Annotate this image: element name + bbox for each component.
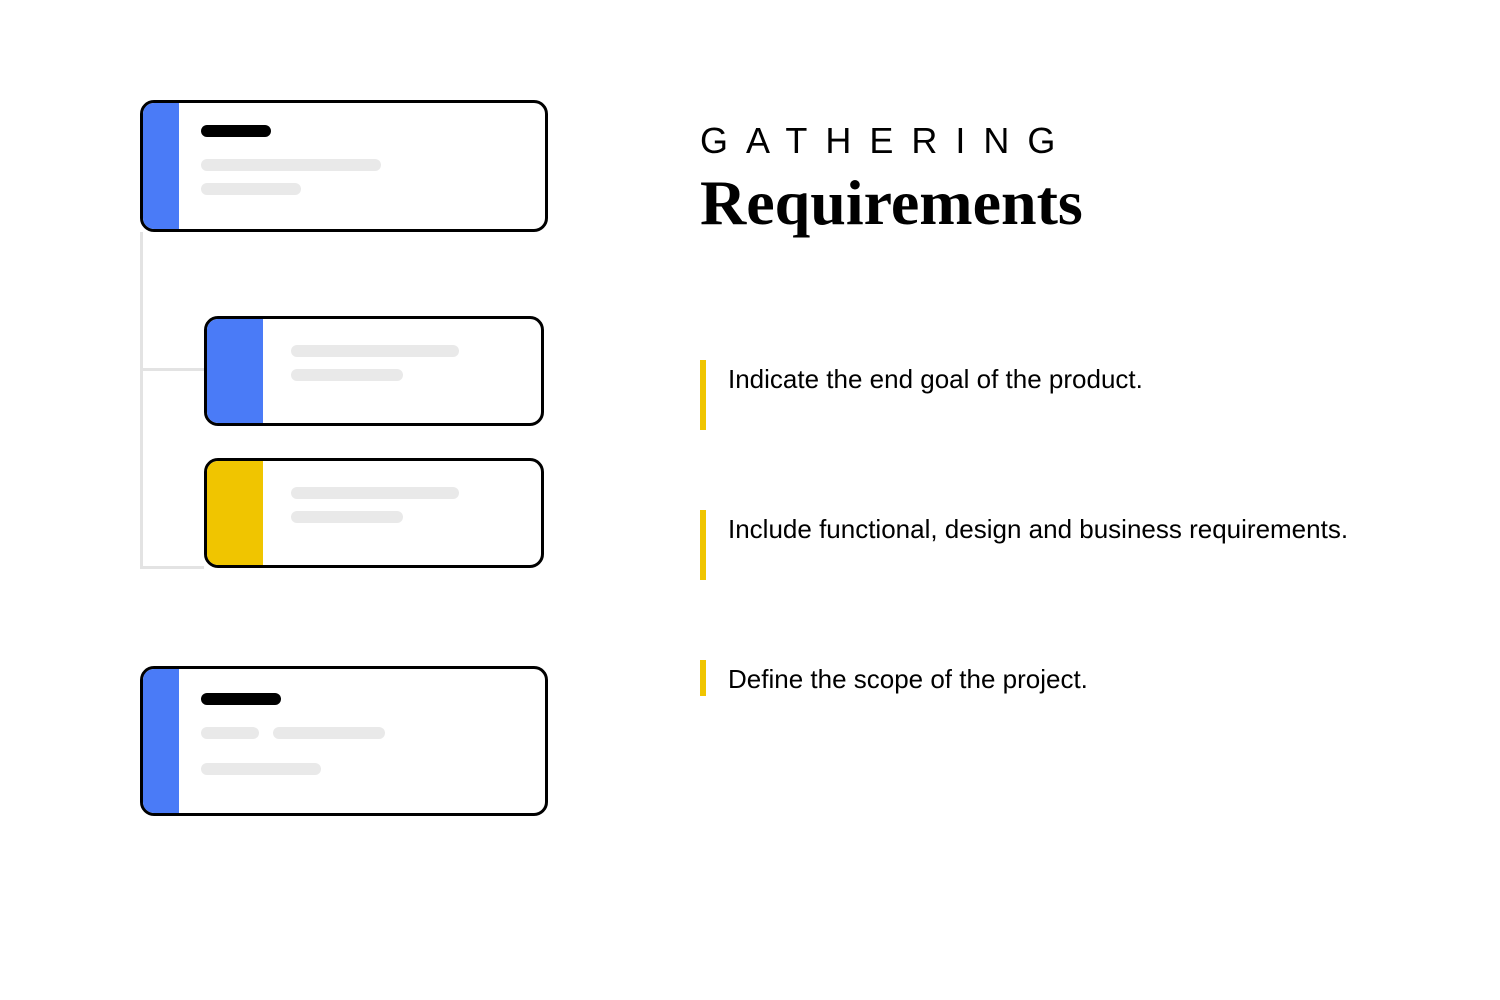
card-accent-yellow: [207, 461, 263, 565]
bullet-text: Include functional, design and business …: [728, 510, 1348, 548]
card-body: [179, 669, 545, 813]
placeholder-line: [201, 183, 301, 195]
connector-horizontal-2: [140, 566, 204, 569]
placeholder-chip: [273, 727, 385, 739]
placeholder-title-bar: [201, 125, 271, 137]
placeholder-title-bar: [201, 693, 281, 705]
placeholder-line: [201, 159, 381, 171]
card-body: [179, 103, 545, 229]
card-body: [263, 319, 541, 423]
bullet-item: Indicate the end goal of the product.: [700, 360, 1360, 430]
bullet-accent-bar: [700, 360, 706, 430]
placeholder-chip: [201, 727, 259, 739]
card-body: [263, 461, 541, 565]
connector-horizontal-1: [140, 368, 204, 371]
heading-eyebrow: GATHERING: [700, 120, 1360, 162]
bullet-item: Include functional, design and business …: [700, 510, 1360, 580]
diagram-column: [140, 100, 560, 900]
content-column: GATHERING Requirements Indicate the end …: [700, 100, 1360, 900]
card-accent-blue: [207, 319, 263, 423]
bullet-text: Define the scope of the project.: [728, 660, 1088, 698]
placeholder-line: [291, 345, 459, 357]
heading-title: Requirements: [700, 166, 1360, 240]
card-accent-blue: [143, 103, 179, 229]
placeholder-line: [291, 369, 403, 381]
diagram-card-1: [140, 100, 548, 232]
card-accent-blue: [143, 669, 179, 813]
bullet-item: Define the scope of the project.: [700, 660, 1360, 698]
placeholder-line: [291, 487, 459, 499]
placeholder-line: [291, 511, 403, 523]
bullet-text: Indicate the end goal of the product.: [728, 360, 1143, 398]
bullet-accent-bar: [700, 510, 706, 580]
diagram-card-4: [140, 666, 548, 816]
bullet-accent-bar: [700, 660, 706, 696]
connector-vertical: [140, 232, 143, 568]
placeholder-chip: [201, 763, 321, 775]
diagram-card-2: [204, 316, 544, 426]
diagram-card-3: [204, 458, 544, 568]
